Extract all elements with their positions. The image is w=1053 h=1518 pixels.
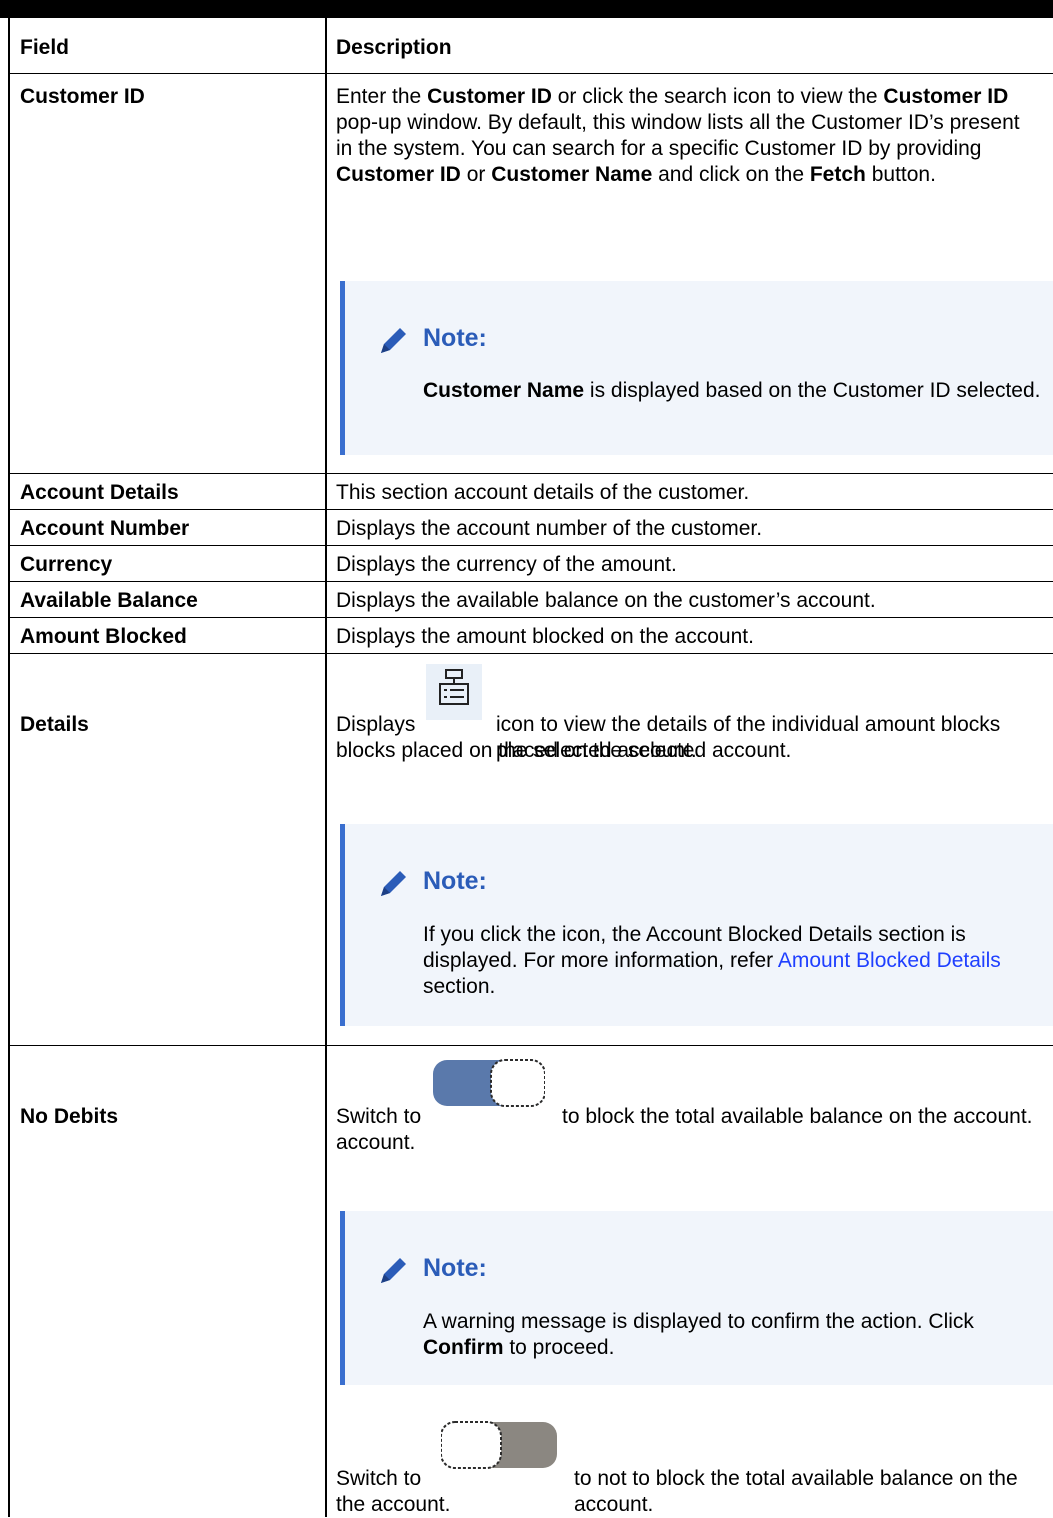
table-row-account-number: Account Number Displays the account numb… (8, 509, 1053, 546)
description-amount-blocked: Displays the amount blocked on the accou… (336, 625, 754, 648)
note-box: Note: If you click the icon, the Account… (340, 824, 1053, 1026)
amount-blocked-details-link[interactable]: Amount Blocked Details (778, 949, 1001, 972)
field-details: Details (20, 713, 89, 736)
description-currency: Displays the currency of the amount. (336, 553, 677, 576)
text: section. (423, 975, 496, 998)
description-account-number: Displays the account number of the custo… (336, 517, 763, 540)
bold-text: Customer Name (423, 379, 585, 402)
header-description: Description (336, 36, 452, 59)
note-title: Note: (423, 324, 487, 352)
description-details-line2: blocks placed on the selected account. (336, 739, 697, 762)
note-title: Note: (423, 1254, 487, 1282)
table-row-account-details: Account Details This section account det… (8, 473, 1053, 510)
table-row-details: Details Displays icon to view the detail… (8, 653, 1053, 1046)
text: to proceed. (503, 1336, 615, 1359)
text: Enter the (336, 85, 428, 108)
description-customer-id: Enter the Customer ID or click the searc… (336, 84, 1041, 188)
text: Switch to (336, 1467, 422, 1490)
note-body: If you click the icon, the Account Block… (423, 922, 1043, 1000)
table-row-customer-id: Customer ID Enter the Customer ID or cli… (8, 73, 1053, 474)
note-body: A warning message is displayed to confir… (423, 1309, 1043, 1361)
text: and click on the (652, 163, 810, 186)
field-available-balance: Available Balance (20, 589, 198, 612)
top-rule (0, 0, 1053, 18)
text: pop-up window. By default, this window l… (336, 111, 1020, 160)
bold-text: Confirm (423, 1336, 504, 1359)
table-row-no-debits: No Debits Switch to to block the total a… (8, 1045, 1053, 1518)
toggle-off-icon[interactable] (441, 1420, 557, 1470)
note-box: Note: A warning message is displayed to … (340, 1211, 1053, 1385)
table-row-currency: Currency Displays the currency of the am… (8, 545, 1053, 582)
text: Displays (336, 713, 416, 736)
text: to block the total available balance on … (562, 1105, 1033, 1128)
details-list-icon (426, 664, 482, 720)
table-header-row: Field Description (8, 18, 1053, 62)
field-no-debits: No Debits (20, 1105, 119, 1128)
bold-text: Customer Name (491, 163, 653, 186)
pencil-icon (381, 328, 406, 353)
toggle-on-icon[interactable] (433, 1058, 545, 1108)
pencil-icon (381, 1258, 406, 1283)
description-account-details: This section account details of the cust… (336, 481, 750, 504)
description-no-debits-on-continued: to block the total available balance on … (562, 1104, 1042, 1130)
field-customer-id: Customer ID (20, 85, 145, 108)
text: or (460, 163, 492, 186)
text: button. (865, 163, 936, 186)
text: is displayed based on the Customer ID se… (584, 379, 1041, 402)
text: Switch to (336, 1105, 422, 1128)
field-account-details: Account Details (20, 481, 179, 504)
header-field: Field (20, 36, 70, 59)
bold-text: Fetch (809, 163, 866, 186)
pencil-icon (381, 871, 406, 896)
text: A warning message is displayed to confir… (423, 1310, 974, 1333)
table-row-available-balance: Available Balance Displays the available… (8, 581, 1053, 618)
bold-text: Customer ID (336, 163, 461, 186)
field-account-number: Account Number (20, 517, 190, 540)
description-no-debits-off-line2: the account. (336, 1493, 451, 1516)
bold-text: Customer ID (427, 85, 552, 108)
description-available-balance: Displays the available balance on the cu… (336, 589, 876, 612)
table-row-amount-blocked: Amount Blocked Displays the amount block… (8, 617, 1053, 654)
note-box: Note: Customer Name is displayed based o… (340, 281, 1053, 455)
field-amount-blocked: Amount Blocked (20, 625, 187, 648)
field-currency: Currency (20, 553, 113, 576)
note-body: Customer Name is displayed based on the … (423, 378, 1043, 404)
bold-text: Customer ID (883, 85, 1009, 108)
description-no-debits-on-line2: account. (336, 1131, 416, 1154)
text: or click the search icon to view the (551, 85, 884, 108)
note-title: Note: (423, 867, 487, 895)
